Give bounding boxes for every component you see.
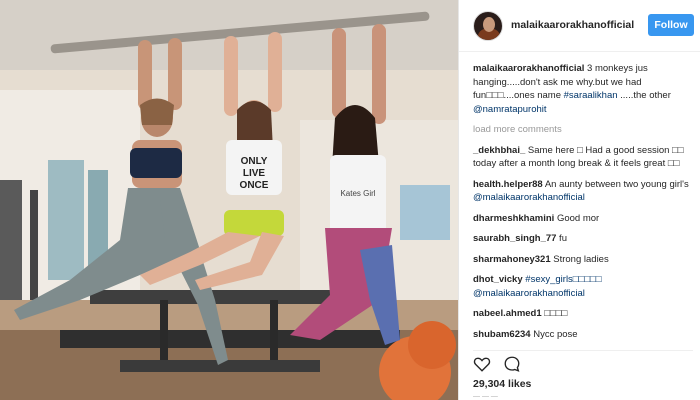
action-bar	[473, 350, 693, 372]
comment-text: Good mor	[554, 212, 600, 224]
caption-hashtag[interactable]: #saraalikhan	[564, 90, 618, 101]
shirt-1-text: ONLY	[241, 156, 268, 167]
caption-mention[interactable]: @namratapurohit	[473, 104, 547, 115]
comment-item: health.helper88 An aunty between two you…	[473, 178, 695, 205]
caption: malaikaarorakhanofficial 3 monkeys jus h…	[473, 62, 695, 116]
follow-button[interactable]: Follow	[648, 14, 694, 36]
caption-text-2: ....ones name	[503, 90, 564, 101]
shirt-2-text: Kates Girl	[340, 189, 375, 198]
comment-list: malaikaarorakhanofficial 3 monkeys jus h…	[473, 62, 695, 348]
post-header: malaikaarorakhanofficial Follow	[459, 0, 700, 52]
comment-username[interactable]: nabeel.ahmed1	[473, 308, 542, 319]
post-photo[interactable]: ONLY LIVE ONCE Kates Girl	[0, 0, 458, 400]
comment-username[interactable]: shubam6234	[473, 329, 531, 340]
comment-text: An aunty between two young girl's	[542, 178, 689, 190]
avatar[interactable]	[473, 11, 503, 41]
comment-text: Strong ladies	[550, 253, 609, 265]
load-more-comments[interactable]: load more comments	[473, 123, 695, 137]
shirt-1-text-line2: LIVE	[243, 168, 266, 179]
caption-username[interactable]: malaikaarorakhanofficial	[473, 63, 584, 74]
caption-text-3: .....the other	[617, 90, 671, 101]
comment-text: fu	[556, 233, 567, 244]
comment-username[interactable]: saurabh_singh_77	[473, 233, 556, 244]
shirt-1-text-line3: ONCE	[240, 180, 269, 191]
heart-icon[interactable]	[473, 355, 491, 373]
comment-item: _dekhbhai_ Same here □ Had a good sessio…	[473, 144, 695, 171]
comment-mention[interactable]: @malaikaarorakhanofficial	[473, 192, 585, 203]
comment-username[interactable]: health.helper88	[473, 179, 543, 190]
comment-item: shubam6234 Nycc pose	[473, 328, 695, 342]
comment-icon[interactable]	[503, 355, 521, 373]
comment-username[interactable]: dhot_vicky	[473, 274, 523, 285]
comment-item: sharmahoney321 Strong ladies	[473, 253, 695, 267]
comment-mention[interactable]: @malaikaarorakhanofficial	[473, 288, 585, 299]
comment-item: dhot_vicky #sexy_girls□□□□□ @malaikaarora…	[473, 273, 695, 300]
post-panel: malaikaarorakhanofficial Follow malaikaa…	[458, 0, 700, 400]
comment-item: nabeel.ahmed1 □□□□	[473, 307, 695, 321]
caption-glyphs: □□□	[486, 90, 504, 101]
timestamp-cutoff: — — —	[473, 393, 498, 399]
comment-username[interactable]: _dekhbhai_	[473, 145, 525, 156]
comment-username[interactable]: dharmeshkhamini	[473, 213, 554, 224]
comment-item: dharmeshkhamini Good mor	[473, 212, 695, 226]
comment-item: saurabh_singh_77 fu	[473, 232, 695, 246]
likes-count[interactable]: 29,304 likes	[473, 378, 531, 390]
post-username[interactable]: malaikaarorakhanofficial	[511, 19, 634, 31]
comment-text: □□□□	[541, 308, 568, 319]
comment-hashtag[interactable]: #sexy_girls□□□□□	[525, 274, 601, 285]
comment-text: Nycc pose	[530, 328, 578, 340]
comment-username[interactable]: sharmahoney321	[473, 254, 551, 265]
post-photo-illustration: ONLY LIVE ONCE Kates Girl	[0, 0, 458, 400]
